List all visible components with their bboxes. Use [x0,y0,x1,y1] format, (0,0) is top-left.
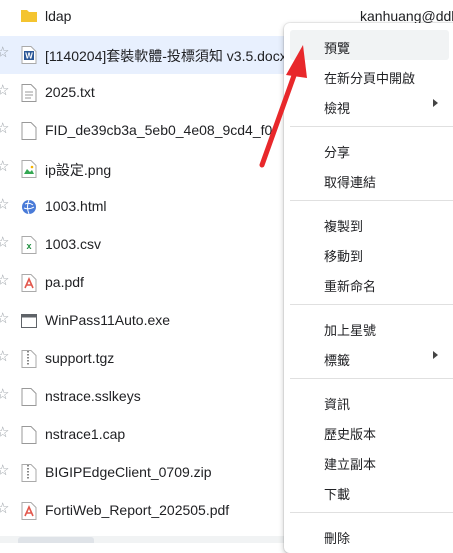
context-menu: 預覽在新分頁中開啟 檢視分享取得連結複製到移動到重新命名加上星號標籤資訊歷史版本建… [284,23,453,553]
star-icon[interactable]: ☆ [0,387,10,402]
image-icon [21,160,37,178]
menu-separator [290,378,453,379]
file-name[interactable]: BIGIPEdgeClient_0709.zip [45,464,212,480]
file-name[interactable]: 1003.html [45,198,106,214]
menu-item[interactable]: 檢視 [290,90,449,120]
menu-item-label: 複製到 [324,219,364,234]
star-icon[interactable]: ☆ [0,197,10,212]
submenu-arrow-icon [433,99,438,107]
html-icon [21,198,37,216]
submenu-arrow-icon [433,351,438,359]
file-name[interactable]: FID_de39cb3a_5eb0_4e08_9cd4_f0 [45,122,272,138]
file-name[interactable]: ip設定.png [45,160,111,180]
file-name[interactable]: pa.pdf [45,274,84,290]
menu-separator [290,126,453,127]
menu-item[interactable]: 歷史版本 [290,416,449,446]
menu-item-label: 刪除 [324,531,351,546]
file-name[interactable]: 1003.csv [45,236,101,252]
menu-item-label: 標籤 [324,353,351,368]
menu-item[interactable]: 重新命名 [290,268,449,298]
star-icon[interactable]: ☆ [0,159,10,174]
bottom-tab-segment[interactable] [18,537,94,543]
menu-item[interactable]: 資訊 [290,386,449,416]
menu-item-label: 預覽 [324,41,351,56]
menu-item[interactable]: 下載 [290,476,449,506]
menu-separator [290,304,453,305]
file-name[interactable]: nstrace1.cap [45,426,125,442]
svg-text:x: x [26,241,31,251]
star-icon[interactable]: ☆ [0,45,10,60]
star-icon[interactable]: ☆ [0,273,10,288]
menu-item[interactable]: 預覽 [290,30,449,60]
menu-item[interactable]: 移動到 [290,238,449,268]
menu-item-label: 資訊 [324,397,351,412]
exe-icon [21,312,37,330]
menu-item-label: 下載 [324,487,351,502]
menu-separator [290,512,453,513]
menu-item[interactable]: 標籤 [290,342,449,372]
star-icon[interactable]: ☆ [0,235,10,250]
file-name[interactable]: [1140204]套裝軟體-投標須知 v3.5.docx [45,46,287,66]
word-doc-icon: W [21,46,37,64]
menu-item-label: 移動到 [324,249,364,264]
star-icon[interactable]: ☆ [0,121,10,136]
archive-icon [21,464,37,482]
file-owner: kanhuang@ddb [360,8,453,24]
text-file-icon [21,84,37,102]
menu-item-label: 取得連結 [324,175,377,190]
blank-file-icon [21,426,37,444]
menu-item-label: 在新分頁中開啟 [324,71,416,86]
star-icon[interactable]: ☆ [0,425,10,440]
menu-item[interactable]: 建立副本 [290,446,449,476]
file-name[interactable]: WinPass11Auto.exe [45,312,170,328]
menu-item-label: 建立副本 [324,457,377,472]
menu-item-label: 加上星號 [324,323,377,338]
folder-icon [21,8,37,26]
svg-text:W: W [25,52,33,61]
pdf-icon [21,502,37,520]
file-name[interactable]: FortiWeb_Report_202505.pdf [45,502,229,518]
menu-item[interactable]: 刪除 [290,520,449,550]
menu-separator [290,200,453,201]
menu-item[interactable]: 加上星號 [290,312,449,342]
menu-item-label: 歷史版本 [324,427,377,442]
menu-item[interactable]: 複製到 [290,208,449,238]
archive-icon [21,350,37,368]
blank-file-icon [21,122,37,140]
menu-item[interactable]: 分享 [290,134,449,164]
menu-item[interactable]: 取得連結 [290,164,449,194]
menu-item-label: 重新命名 [324,279,377,294]
star-icon[interactable]: ☆ [0,501,10,516]
blank-file-icon [21,388,37,406]
file-name[interactable]: support.tgz [45,350,114,366]
star-icon[interactable]: ☆ [0,311,10,326]
menu-item[interactable]: 在新分頁中開啟 [290,60,449,90]
menu-item-label: 檢視 [324,101,351,116]
star-icon[interactable]: ☆ [0,463,10,478]
menu-item-label: 分享 [324,145,351,160]
file-name[interactable]: ldap [45,8,71,24]
star-icon[interactable]: ☆ [0,349,10,364]
spreadsheet-icon: x [21,236,37,254]
pdf-icon [21,274,37,292]
file-name[interactable]: 2025.txt [45,84,95,100]
star-icon[interactable]: ☆ [0,83,10,98]
file-name[interactable]: nstrace.sslkeys [45,388,141,404]
